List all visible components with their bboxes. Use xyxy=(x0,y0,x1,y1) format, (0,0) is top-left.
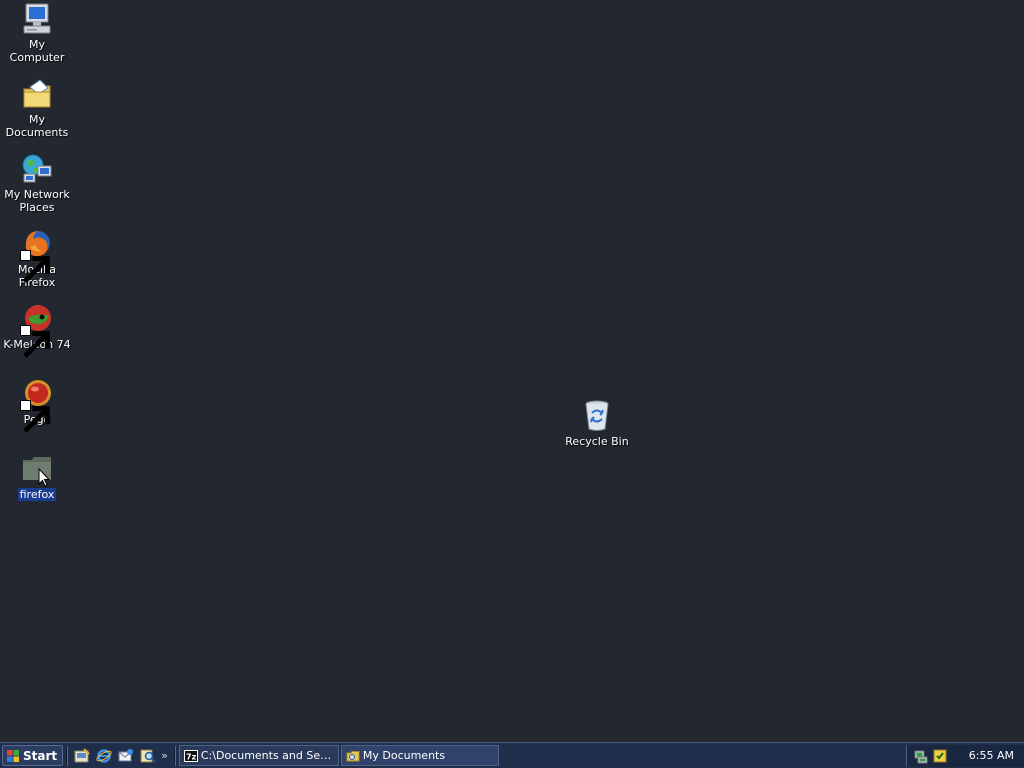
desktop-icon-label: Recycle Bin xyxy=(565,435,629,448)
desktop-icon-my-computer[interactable]: My Computer xyxy=(0,2,74,64)
svg-text:7z: 7z xyxy=(186,752,197,761)
taskbar-button-my-documents[interactable]: My Documents xyxy=(340,745,499,766)
desktop-icon-my-documents[interactable]: My Documents xyxy=(0,77,74,139)
desktop-icon-recycle-bin[interactable]: Recycle Bin xyxy=(560,399,634,448)
outlook-express-icon[interactable] xyxy=(118,748,134,764)
pego-icon xyxy=(20,377,54,433)
firefox-icon xyxy=(20,227,54,283)
show-desktop-icon[interactable] xyxy=(74,747,90,764)
taskbar-separator xyxy=(66,745,69,766)
taskbar-button-7zip[interactable]: 7z C:\Documents and Settin... xyxy=(178,745,339,766)
recycle-bin-icon xyxy=(580,399,614,433)
documents-folder-icon xyxy=(20,77,54,111)
7zip-icon: 7z xyxy=(183,749,198,763)
desktop-icon-label: My Computer xyxy=(9,38,65,64)
desktop-icon-my-network-places[interactable]: My Network Places xyxy=(0,152,74,214)
clock[interactable]: 6:55 AM xyxy=(969,749,1014,762)
desktop-icon-label: firefox xyxy=(17,488,57,501)
desktop-icon-firefox-folder[interactable]: firefox xyxy=(0,452,74,501)
shortcut-arrow-icon xyxy=(20,250,50,283)
windows-flag-icon xyxy=(7,749,19,762)
taskbar-button-label: C:\Documents and Settin... xyxy=(200,749,334,762)
desktop-icon-label: My Network Places xyxy=(4,188,70,214)
desktop[interactable]: My Computer My Documents My Network Plac… xyxy=(0,0,1024,742)
network-places-icon xyxy=(20,152,54,186)
start-button[interactable]: Start xyxy=(2,745,64,766)
desktop-icon-mozilla-firefox[interactable]: Mozilla Firefox xyxy=(0,227,74,289)
folder-icon xyxy=(346,749,360,763)
taskbar-button-label: My Documents xyxy=(362,749,446,762)
k-meleon-icon xyxy=(20,302,54,358)
security-tray-icon[interactable] xyxy=(932,748,948,764)
search-icon[interactable] xyxy=(140,748,156,764)
start-label: Start xyxy=(23,748,58,763)
internet-explorer-icon[interactable] xyxy=(96,748,112,764)
computer-icon xyxy=(20,2,54,36)
system-tray: 6:55 AM xyxy=(905,744,1024,767)
network-tray-icon[interactable] xyxy=(913,748,929,764)
shortcut-arrow-icon xyxy=(20,325,50,358)
desktop-icon-pego[interactable]: Pego xyxy=(0,377,74,433)
quick-launch-more-button[interactable]: » xyxy=(161,749,168,762)
shortcut-arrow-icon xyxy=(20,400,50,433)
taskbar-separator xyxy=(173,745,176,766)
taskbar: Start » 7z C:\Documents and Setti My Doc… xyxy=(0,742,1024,768)
desktop-icon-label: My Documents xyxy=(5,113,69,139)
mouse-cursor-icon xyxy=(38,468,50,487)
desktop-icon-k-meleon[interactable]: K-Meleon 74 xyxy=(0,302,74,358)
